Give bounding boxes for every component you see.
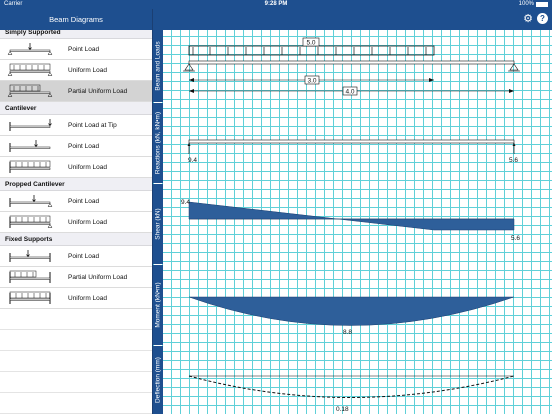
sidebar-title: Beam Diagrams [0,9,152,30]
section-fixed-supports: Fixed Supports [0,233,152,246]
simply-supported-point-load-icon [7,42,53,55]
shear-diagram: 9.4 5.6 [181,199,520,242]
main-toolbar [153,9,552,30]
battery-indicator: 100% [519,0,548,9]
list-item-label: Point Load [68,142,100,150]
shear-left-value: 9.4 [181,199,190,206]
list-item-label: Partial Uniform Load [68,87,128,95]
roller-support [509,63,519,71]
simply-supported-partial-uniform-load-icon [7,84,53,97]
list-item-label: Uniform Load [68,66,108,74]
list-item-fixed-partial-uniform-load[interactable]: Partial Uniform Load [0,267,152,288]
right-reaction-value: 5.6 [509,157,518,164]
reactions-diagram: 9.4 5.6 [187,139,518,164]
deflection-diagram: 0.18 [188,375,515,413]
help-button[interactable]: ? [537,13,548,24]
section-propped-cantilever: Propped Cantilever [0,178,152,191]
list-item-cant-point-load[interactable]: Point Load [0,136,152,157]
pin-support [184,63,194,71]
list-item-ss-point-load[interactable]: Point Load [0,39,152,60]
distributed-load-box [188,45,435,56]
propped-cantilever-point-load-icon [9,194,53,207]
propped-cantilever-uniform-load-icon [9,215,53,228]
list-item-label: Uniform Load [68,163,108,171]
cantilever-uniform-load-icon [9,160,51,173]
moment-max-value: 8.8 [343,329,352,336]
moment-area [188,296,515,326]
beam [188,60,515,65]
list-item-label: Partial Uniform Load [68,273,128,281]
list-item-prop-point-load[interactable]: Point Load [0,191,152,212]
diagram-list: Simply Supported Point Load Uniform Load [0,26,152,414]
load-arrows [192,47,427,55]
list-item-ss-uniform-load[interactable]: Uniform Load [0,60,152,81]
moment-diagram: 8.8 [188,296,515,336]
list-item-label: Point Load [68,252,100,260]
shear-area [188,201,515,231]
left-reaction-value: 9.4 [188,157,197,164]
empty-row [0,372,152,393]
status-bar: Carrier 9:28 PM 100% [0,0,552,9]
simply-supported-uniform-load-icon [7,63,53,76]
empty-row [0,330,152,351]
list-item-ss-partial-uniform-load[interactable]: Partial Uniform Load [0,81,152,102]
list-item-fixed-uniform-load[interactable]: Uniform Load [0,288,152,309]
clock: 9:28 PM [264,1,288,7]
list-item-fixed-point-load[interactable]: Point Load [0,246,152,267]
fixed-supports-uniform-load-icon [9,291,51,304]
sidebar: Simply Supported Point Load Uniform Load [0,0,152,414]
load-diagram: 5.0 3.0 4.0 [183,37,520,95]
empty-row [0,393,152,414]
deflection-max-value: 0.18 [336,406,349,413]
shear-right-value: 5.6 [511,235,520,242]
fixed-supports-point-load-icon [9,249,51,262]
cantilever-point-load-tip-icon [9,118,52,131]
section-cantilever: Cantilever [0,102,152,115]
gear-icon[interactable]: ⚙ [522,13,534,25]
empty-row [0,351,152,372]
cantilever-point-load-icon [9,139,51,152]
diagram-canvas: Beam and Loads Reactions (kN, kN•m) Shea… [153,9,552,414]
battery-percent: 100% [518,1,534,7]
list-item-cant-point-load-tip[interactable]: Point Load at Tip [0,115,152,136]
span-value: 4.0 [345,88,354,95]
list-item-label: Point Load [68,45,100,53]
load-length-value: 3.0 [307,77,316,84]
list-item-label: Point Load at Tip [68,121,117,129]
list-item-label: Point Load [68,197,100,205]
load-value: 5.0 [306,39,315,46]
deflection-curve [188,375,515,398]
empty-row [0,309,152,330]
list-item-label: Uniform Load [68,218,108,226]
beam-diagrams: 5.0 3.0 4.0 9.4 5.6 9.4 5.6 8.8 0.18 [181,37,520,413]
list-item-cant-uniform-load[interactable]: Uniform Load [0,157,152,178]
battery-icon [536,2,548,7]
list-item-prop-uniform-load[interactable]: Uniform Load [0,212,152,233]
fixed-supports-partial-uniform-load-icon [9,270,51,283]
list-item-label: Uniform Load [68,294,108,302]
